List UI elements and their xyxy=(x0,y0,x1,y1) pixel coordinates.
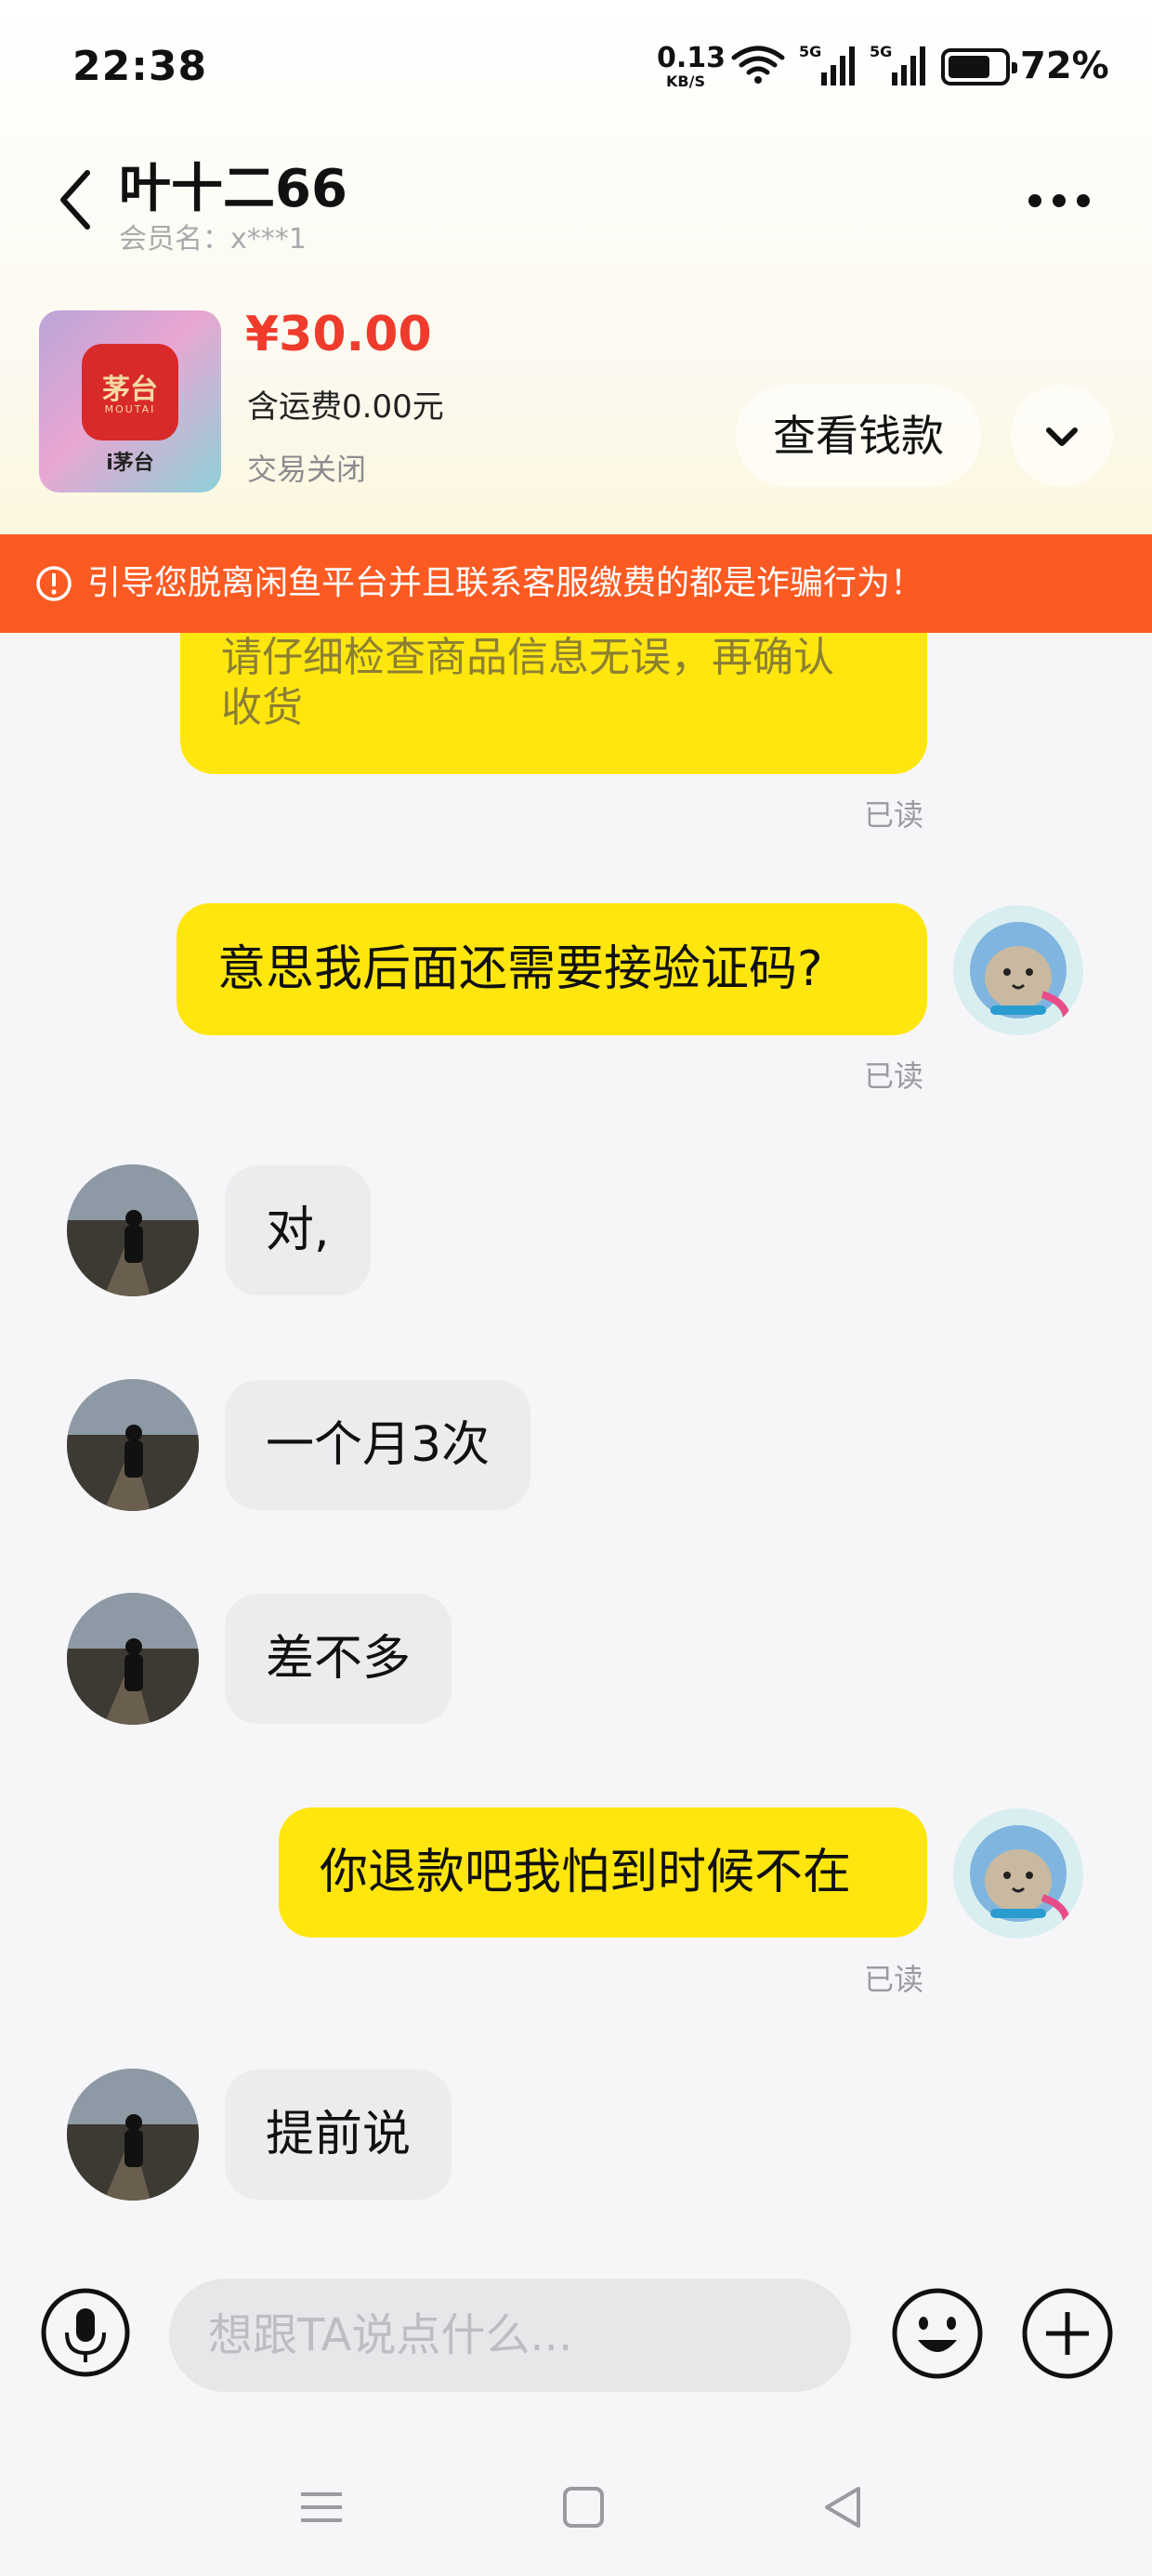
cat-avatar-icon xyxy=(953,1808,1083,1939)
message-text: 意思我后面还需要接验证码? xyxy=(217,941,823,997)
message-text: 差不多 xyxy=(266,1631,412,1687)
person-photo-avatar-icon xyxy=(67,2069,199,2201)
message-bubble-received[interactable]: 对, xyxy=(225,1165,371,1295)
product-thumbnail[interactable]: 茅台 MOUTAI i茅台 xyxy=(39,310,221,493)
fraud-warning-text: 引导您脱离闲鱼平台并且联系客服缴费的都是诈骗行为！ xyxy=(87,564,924,602)
partner-avatar[interactable] xyxy=(67,1379,199,1511)
read-status: 已读 xyxy=(864,1962,924,1997)
product-thumb-caption: i茅台 xyxy=(106,452,154,475)
message-text: 对, xyxy=(266,1203,330,1258)
emoji-icon[interactable] xyxy=(890,2286,985,2381)
message-input[interactable] xyxy=(169,2279,851,2392)
message-text: 收货 xyxy=(221,684,303,731)
expand-button[interactable] xyxy=(1011,385,1113,487)
message-text: 提前说 xyxy=(266,2107,412,2162)
moutai-logo-text: 茅台 xyxy=(102,374,158,406)
shipping-info: 含运费0.00元 xyxy=(247,388,444,426)
message-bubble-received[interactable]: 提前说 xyxy=(225,2070,452,2200)
person-photo-avatar-icon xyxy=(67,1164,199,1296)
home-icon[interactable] xyxy=(556,2479,611,2535)
chat-partner-name: 叶十二66 xyxy=(119,159,347,219)
battery-icon xyxy=(941,48,1017,85)
message-text: 你退款吧我怕到时候不在 xyxy=(320,1845,852,1900)
add-icon[interactable] xyxy=(1020,2286,1115,2381)
back-triangle-icon[interactable] xyxy=(816,2479,871,2535)
message-text: 一个月3次 xyxy=(266,1417,491,1473)
chevron-down-icon xyxy=(1046,427,1078,446)
more-options-icon[interactable] xyxy=(1022,182,1096,219)
partner-avatar[interactable] xyxy=(67,1593,199,1725)
my-avatar[interactable] xyxy=(953,905,1083,1035)
my-avatar[interactable] xyxy=(953,1808,1083,1939)
network-speed: 0.13 KB/S xyxy=(657,42,727,90)
member-name: 会员名：x***1 xyxy=(119,223,307,256)
network-speed-value: 0.13 xyxy=(657,42,727,74)
moutai-app-icon: 茅台 MOUTAI xyxy=(82,344,178,440)
view-refund-button[interactable]: 查看钱款 xyxy=(736,385,981,487)
message-bubble-received[interactable]: 一个月3次 xyxy=(225,1380,531,1510)
wifi-icon xyxy=(731,46,785,84)
person-photo-avatar-icon xyxy=(67,1379,199,1511)
microphone-icon[interactable] xyxy=(39,2286,132,2379)
warning-icon xyxy=(36,566,72,601)
battery-percent: 72% xyxy=(1020,45,1109,87)
message-bubble-sent[interactable]: 你退款吧我怕到时候不在 xyxy=(279,1807,927,1938)
partner-avatar[interactable] xyxy=(67,1164,199,1296)
message-bubble-sent[interactable]: 意思我后面还需要接验证码? xyxy=(177,903,927,1035)
signal-icon xyxy=(892,46,925,85)
partner-avatar[interactable] xyxy=(67,2069,199,2201)
moutai-brand-text: MOUTAI xyxy=(104,403,156,415)
message-text: 请仔细检查商品信息无误，再确认 xyxy=(221,634,834,681)
signal-icon xyxy=(821,46,855,85)
status-bar: 22:38 0.13 KB/S 5G 5G 72% xyxy=(0,0,1152,130)
message-bubble-sent[interactable]: 请仔细检查商品信息无误，再确认 收货 xyxy=(180,633,927,774)
read-status: 已读 xyxy=(864,797,924,833)
cat-avatar-icon xyxy=(953,905,1083,1035)
menu-icon[interactable] xyxy=(294,2479,349,2535)
network-speed-unit: KB/S xyxy=(666,72,705,90)
product-price: ¥30.00 xyxy=(245,307,432,362)
status-time: 22:38 xyxy=(72,43,208,90)
fraud-warning-banner: 引导您脱离闲鱼平台并且联系客服缴费的都是诈骗行为！ xyxy=(0,534,1152,633)
message-bubble-received[interactable]: 差不多 xyxy=(225,1594,452,1724)
trade-status: 交易关闭 xyxy=(247,452,367,487)
read-status: 已读 xyxy=(864,1058,924,1094)
back-arrow-icon[interactable] xyxy=(56,167,93,232)
person-photo-avatar-icon xyxy=(67,1593,199,1725)
